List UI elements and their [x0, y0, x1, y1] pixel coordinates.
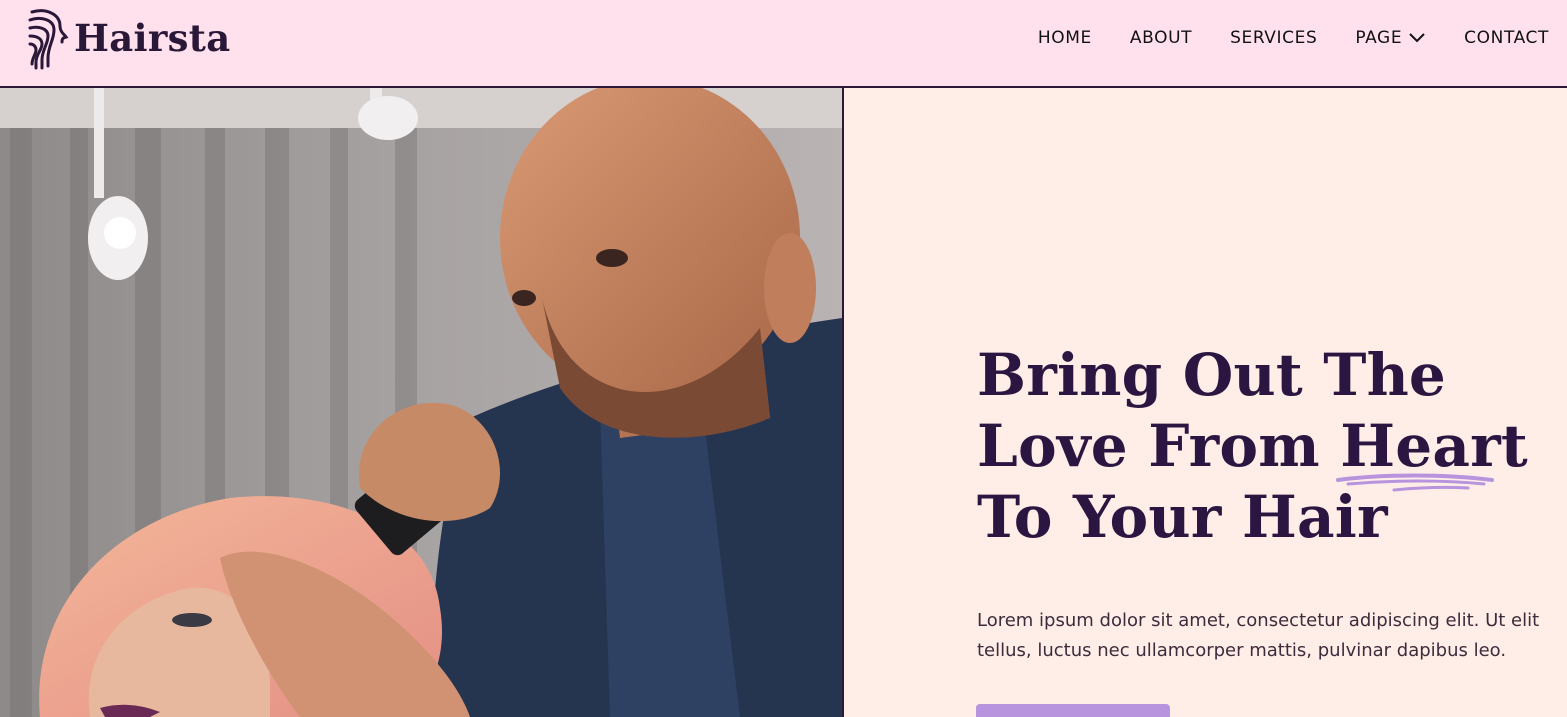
main-nav: HOME ABOUT SERVICES PAGE CONTACT: [1038, 28, 1549, 48]
nav-services[interactable]: SERVICES: [1230, 28, 1317, 48]
chevron-down-icon: [1409, 33, 1425, 43]
hero-photo: [0, 88, 844, 717]
hero-content: Bring Out The Love From Heart To Your Ha…: [844, 88, 1567, 717]
hairdresser-photo-illustration: [0, 88, 842, 717]
brand-logo[interactable]: Hairsta: [26, 6, 230, 70]
brush-underline-icon: [1336, 473, 1495, 492]
headline-highlight-word: Heart: [1336, 411, 1528, 492]
hero-headline: Bring Out The Love From Heart To Your Ha…: [977, 340, 1557, 553]
nav-about[interactable]: ABOUT: [1130, 28, 1192, 48]
nav-contact[interactable]: CONTACT: [1464, 28, 1549, 48]
site-header: Hairsta HOME ABOUT SERVICES PAGE CONTACT: [0, 0, 1567, 88]
brand-name: Hairsta: [74, 16, 231, 60]
nav-home[interactable]: HOME: [1038, 28, 1092, 48]
hero-description: Lorem ipsum dolor sit amet, consectetur …: [977, 610, 1540, 661]
hair-profile-logo-icon: [28, 9, 69, 70]
headline-highlight-text: Heart: [1340, 412, 1528, 480]
headline-part-2: To Your Hair: [977, 483, 1388, 551]
nav-page-label: PAGE: [1355, 28, 1403, 48]
nav-page-dropdown[interactable]: PAGE: [1355, 28, 1426, 48]
hero-cta-button[interactable]: [976, 704, 1170, 717]
